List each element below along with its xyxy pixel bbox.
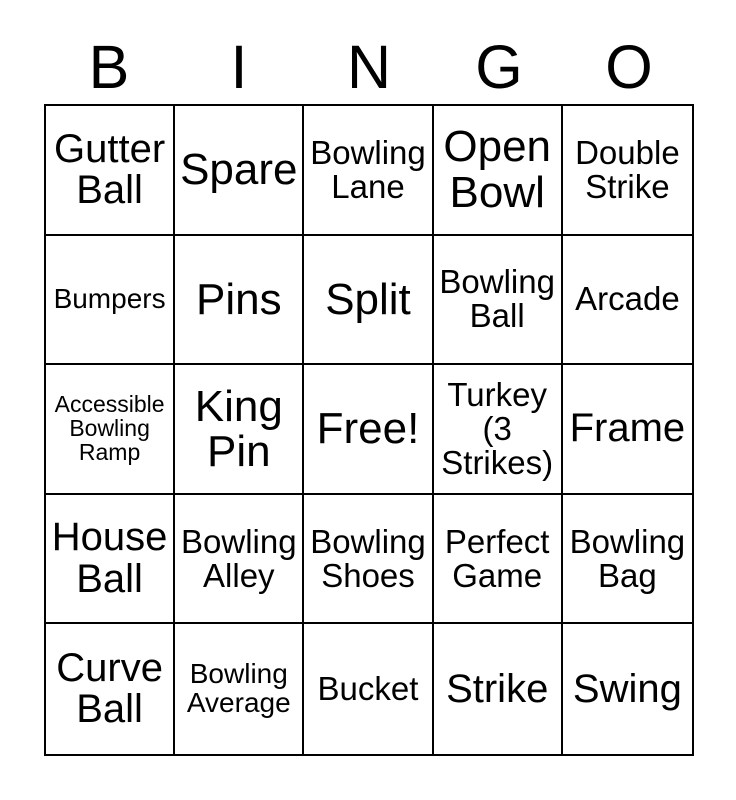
- bingo-cell[interactable]: Bowling Lane: [304, 106, 434, 236]
- bingo-cell-label: Bowling Bag: [569, 522, 686, 594]
- bingo-cell-label: Bowling Shoes: [310, 522, 426, 594]
- bingo-cell-label: Gutter Ball: [54, 126, 166, 212]
- header-letter-n: N: [346, 33, 392, 101]
- bingo-cell-label: Frame: [569, 406, 686, 451]
- bingo-cell[interactable]: Open Bowl: [433, 106, 563, 236]
- bingo-cell[interactable]: Accessible Bowling Ramp: [46, 365, 176, 495]
- bingo-cell-label: Swing: [572, 666, 682, 711]
- bingo-cell[interactable]: Turkey (3 Strikes): [433, 365, 563, 495]
- bingo-cell-label: Turkey (3 Strikes): [441, 376, 554, 481]
- bingo-cell-label: Curve Ball: [56, 646, 163, 732]
- bingo-cell-free[interactable]: Free!: [304, 365, 434, 495]
- bingo-cell-label: Bowling Alley: [181, 522, 297, 594]
- bingo-cell-label: Arcade: [575, 280, 680, 318]
- header-letter-g: G: [475, 33, 523, 101]
- bingo-cell-label: Open Bowl: [443, 122, 552, 217]
- header-letter-b: B: [88, 33, 130, 101]
- bingo-cell[interactable]: Bowling Ball: [433, 235, 563, 366]
- bingo-cell-label: Bumpers: [53, 282, 166, 314]
- bingo-cell[interactable]: Bowling Alley: [175, 494, 305, 625]
- bingo-cell-label: Bowling Ball: [439, 263, 555, 335]
- bingo-cell[interactable]: Perfect Game: [433, 494, 563, 625]
- bingo-cell[interactable]: Curve Ball: [46, 624, 176, 754]
- bingo-cell-label: Perfect Game: [444, 522, 550, 594]
- bingo-cell-label: Split: [325, 274, 411, 324]
- bingo-cell[interactable]: Bowling Shoes: [304, 494, 434, 625]
- bingo-cell-label: Bowling Lane: [310, 133, 426, 205]
- bingo-cell-label: Double Strike: [575, 133, 680, 205]
- bingo-cell[interactable]: Bowling Bag: [562, 494, 692, 625]
- bingo-cell[interactable]: Pins: [175, 235, 305, 366]
- bingo-card: B I N G O Gutter Ball Spare Bowling Lane…: [0, 0, 736, 800]
- bingo-cell[interactable]: Bumpers: [46, 235, 176, 366]
- bingo-header: B I N G O: [44, 28, 694, 100]
- header-letter-o: O: [605, 33, 653, 101]
- bingo-cell-label: House Ball: [51, 515, 168, 601]
- bingo-cell[interactable]: Split: [304, 235, 434, 366]
- bingo-cell-label: Pins: [195, 274, 282, 324]
- bingo-cell[interactable]: Bowling Average: [175, 624, 305, 754]
- bingo-cell[interactable]: Double Strike: [562, 106, 692, 236]
- bingo-cell-label: Bowling Average: [186, 658, 291, 719]
- bingo-cell[interactable]: Strike: [433, 624, 563, 754]
- bingo-cell-label: Bucket: [317, 670, 419, 708]
- header-letter-i: I: [230, 33, 248, 101]
- bingo-cell-label: Accessible Bowling Ramp: [54, 391, 165, 465]
- bingo-cell-label: King Pin: [194, 381, 283, 476]
- bingo-cell[interactable]: House Ball: [46, 494, 176, 625]
- bingo-cell-label: Spare: [180, 145, 298, 195]
- bingo-cell[interactable]: Arcade: [562, 235, 692, 366]
- bingo-cell[interactable]: Spare: [175, 106, 305, 236]
- bingo-cell-label: Free!: [316, 404, 420, 454]
- bingo-cell[interactable]: Frame: [562, 365, 692, 495]
- bingo-grid: Gutter Ball Spare Bowling Lane Open Bowl…: [44, 104, 694, 756]
- bingo-cell[interactable]: King Pin: [175, 365, 305, 495]
- bingo-cell[interactable]: Bucket: [304, 624, 434, 754]
- bingo-cell[interactable]: Gutter Ball: [46, 106, 176, 236]
- bingo-cell-label: Strike: [446, 666, 549, 711]
- bingo-cell[interactable]: Swing: [562, 624, 692, 754]
